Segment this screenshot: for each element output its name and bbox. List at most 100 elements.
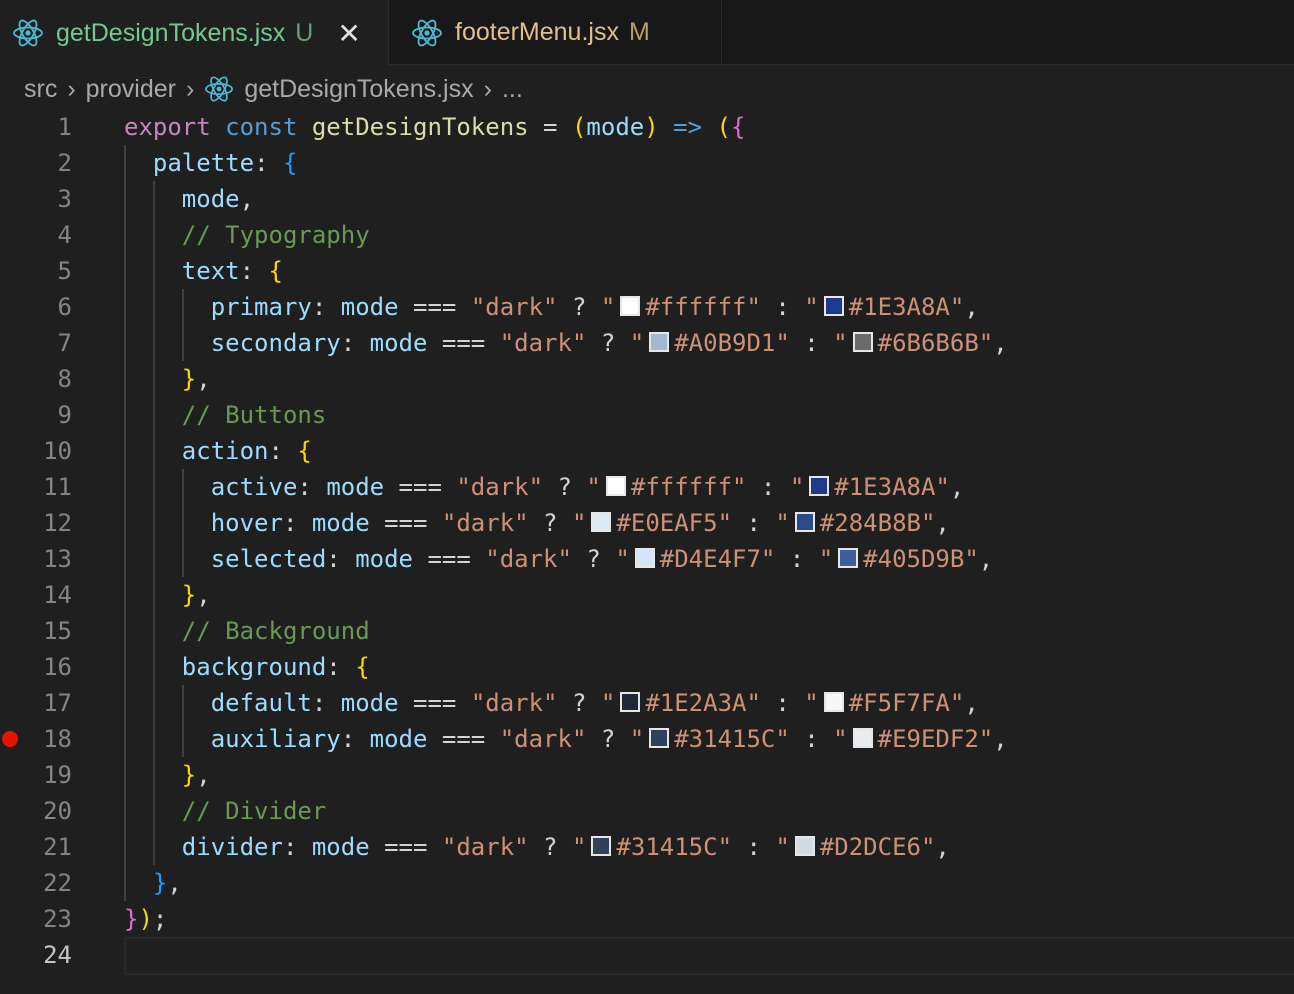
code-token: "	[615, 545, 630, 573]
color-swatch-icon[interactable]	[852, 728, 873, 748]
code-token: :	[311, 689, 341, 717]
code-line[interactable]: 14 },	[0, 577, 1294, 613]
code-token: :	[326, 545, 356, 573]
code-token: "dark"	[456, 473, 544, 501]
code-line[interactable]: 6 primary: mode === "dark" ? " #ffffff" :…	[0, 289, 1294, 325]
tab-footermenu[interactable]: footerMenu.jsx M	[388, 0, 722, 65]
color-swatch-icon[interactable]	[591, 836, 612, 856]
line-number: 5	[57, 257, 72, 285]
line-number: 22	[43, 869, 72, 897]
code-text: },	[124, 577, 211, 613]
code-line[interactable]: 7 secondary: mode === "dark" ? " #A0B9D1"…	[0, 325, 1294, 361]
close-icon[interactable]: ✕	[337, 17, 360, 50]
code-line[interactable]: 8 },	[0, 361, 1294, 397]
code-token: text	[181, 257, 240, 285]
code-token: default	[210, 689, 312, 717]
code-token: }	[152, 869, 168, 897]
code-token: action	[181, 437, 269, 465]
breadcrumb-item-provider[interactable]: provider	[86, 75, 176, 104]
code-token: "dark"	[499, 725, 587, 753]
code-token: }	[181, 581, 197, 609]
code-line[interactable]: 21 divider: mode === "dark" ? " #31415C" …	[0, 829, 1294, 865]
code-line[interactable]: 22 },	[0, 865, 1294, 901]
code-token: export	[124, 113, 211, 141]
code-line[interactable]: 15 // Background	[0, 613, 1294, 649]
code-token: "	[586, 473, 601, 501]
code-line[interactable]: 1 export const getDesignTokens = (mode) =…	[0, 109, 1294, 145]
code-line[interactable]: 19 },	[0, 757, 1294, 793]
code-token: background	[181, 653, 327, 681]
color-swatch-icon[interactable]	[838, 548, 859, 568]
code-token: ===	[384, 473, 457, 501]
code-line[interactable]: 16 background: {	[0, 649, 1294, 685]
breadcrumb-item-file[interactable]: getDesignTokens.jsx	[244, 75, 473, 104]
line-number: 11	[43, 473, 72, 501]
code-token: }	[124, 905, 139, 933]
tab-label: footerMenu.jsx	[455, 18, 619, 46]
chevron-right-icon: ›	[483, 74, 492, 103]
code-line[interactable]: 17 default: mode === "dark" ? " #1E2A3A" …	[0, 685, 1294, 721]
code-line[interactable]: 4 // Typography	[0, 217, 1294, 253]
code-token: #F5F7FA"	[848, 689, 965, 717]
code-token: "dark"	[470, 689, 558, 717]
color-swatch-icon[interactable]	[591, 512, 612, 532]
color-swatch-icon[interactable]	[823, 296, 844, 316]
code-line[interactable]: 3 mode,	[0, 181, 1294, 217]
line-number: 14	[43, 581, 72, 609]
line-number: 23	[43, 905, 72, 933]
code-line[interactable]: 24	[0, 937, 1294, 975]
line-number: 24	[43, 941, 72, 969]
code-token: ===	[427, 329, 500, 357]
code-line[interactable]: 5 text: {	[0, 253, 1294, 289]
code-token: // Buttons	[181, 401, 327, 429]
code-token: ===	[413, 545, 486, 573]
color-swatch-icon[interactable]	[620, 692, 641, 712]
code-line[interactable]: 20 // Divider	[0, 793, 1294, 829]
color-swatch-icon[interactable]	[634, 548, 655, 568]
line-number: 16	[43, 653, 72, 681]
react-file-icon	[411, 17, 443, 49]
breadcrumb-item-symbols[interactable]: ...	[502, 75, 523, 104]
code-line[interactable]: 23});	[0, 901, 1294, 937]
color-swatch-icon[interactable]	[605, 476, 626, 496]
code-token: "	[804, 293, 819, 321]
color-swatch-icon[interactable]	[620, 296, 641, 316]
code-token: active	[210, 473, 298, 501]
color-swatch-icon[interactable]	[852, 332, 873, 352]
code-token: "	[571, 833, 587, 861]
code-token: #405D9B"	[863, 545, 979, 573]
code-line[interactable]: 13 selected: mode === "dark" ? " #D4E4F7"…	[0, 541, 1294, 577]
code-token: :	[282, 509, 312, 537]
line-number: 15	[43, 617, 72, 645]
code-editor[interactable]: 1 export const getDesignTokens = (mode) =…	[0, 109, 1294, 975]
breadcrumb-item-src[interactable]: src	[24, 75, 57, 104]
tab-getdesigntokens[interactable]: getDesignTokens.jsx U ✕	[0, 0, 388, 66]
color-swatch-icon[interactable]	[794, 512, 815, 532]
code-token: :	[311, 293, 341, 321]
line-number: 12	[43, 509, 72, 537]
color-swatch-icon[interactable]	[794, 836, 815, 856]
color-swatch-icon[interactable]	[649, 332, 670, 352]
color-swatch-icon[interactable]	[809, 476, 830, 496]
code-token: ===	[369, 509, 442, 537]
code-text: // Typography	[124, 217, 370, 253]
code-line[interactable]: 12 hover: mode === "dark" ? " #E0EAF5" : …	[0, 505, 1294, 541]
code-line[interactable]: 11 active: mode === "dark" ? " #ffffff" :…	[0, 469, 1294, 505]
code-line[interactable]: 2 palette: {	[0, 145, 1294, 181]
code-line[interactable]: 18 auxiliary: mode === "dark" ? " #31415C…	[0, 721, 1294, 757]
code-token: :	[775, 545, 819, 573]
code-token: "	[833, 329, 848, 357]
color-swatch-icon[interactable]	[823, 692, 844, 712]
code-token: =>	[673, 113, 703, 141]
code-token: ,	[239, 185, 255, 213]
code-token: }	[181, 761, 197, 789]
code-token: )	[644, 113, 659, 141]
code-text: secondary: mode === "dark" ? " #A0B9D1" :…	[124, 325, 1008, 361]
code-line[interactable]: 9 // Buttons	[0, 397, 1294, 433]
code-token: #E9EDF2"	[877, 725, 994, 753]
code-token: #31415C"	[674, 725, 790, 753]
color-swatch-icon[interactable]	[649, 728, 670, 748]
code-line[interactable]: 10 action: {	[0, 433, 1294, 469]
